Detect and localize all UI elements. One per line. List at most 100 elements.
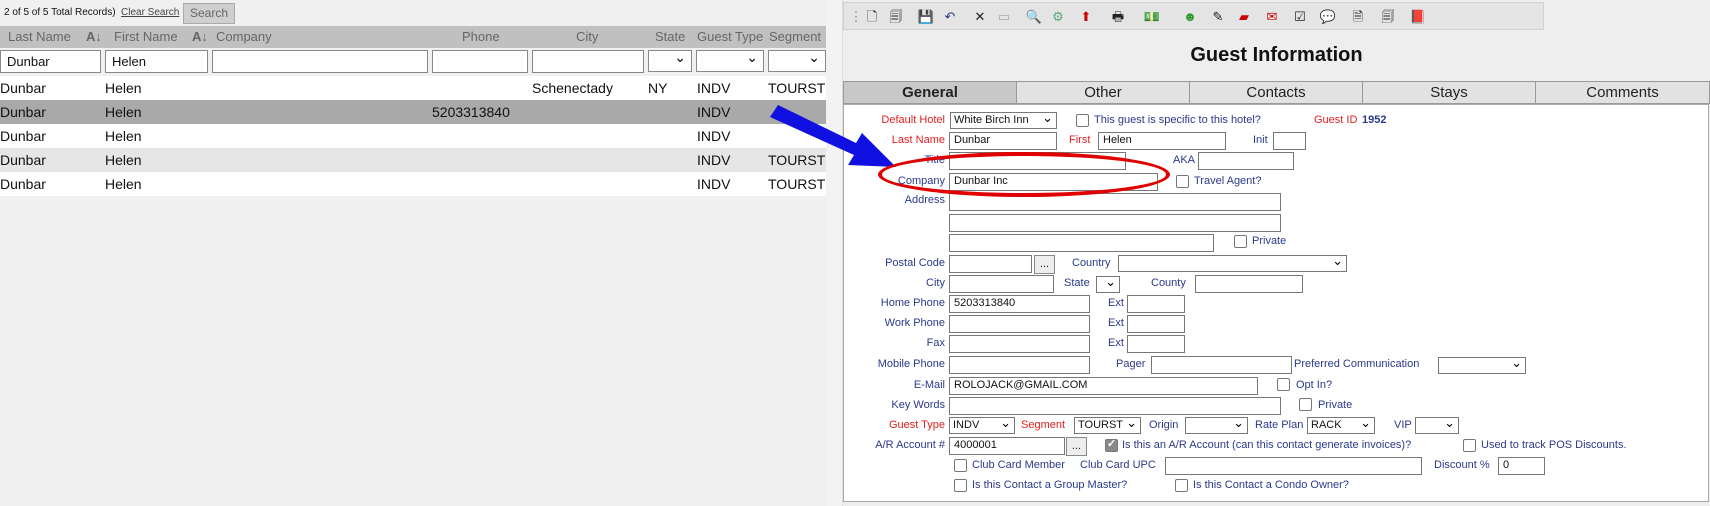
aka-input[interactable]	[1198, 152, 1294, 170]
reports-icon[interactable]: 🗐	[1378, 7, 1398, 27]
list-empty-area	[0, 197, 826, 506]
club-card-member-checkbox[interactable]	[954, 459, 967, 472]
clear-search-link[interactable]: Clear Search	[121, 7, 179, 18]
email-input[interactable]: ROLOJACK@GMAIL.COM	[949, 377, 1258, 395]
guest-search-list: 2 of 5 of 5 Total Records) Clear Search …	[0, 0, 826, 506]
search-button[interactable]: Search	[183, 3, 235, 24]
fax-ext-input[interactable]	[1127, 335, 1185, 353]
print-icon[interactable]: 🖶	[1108, 7, 1128, 27]
filter-segment-select[interactable]	[768, 49, 826, 72]
sort-az-icon[interactable]: A↓	[86, 29, 102, 44]
tab-general[interactable]: General	[843, 81, 1017, 104]
rate-plan-select[interactable]: RACK	[1307, 417, 1375, 434]
filter-first-name[interactable]: Helen	[105, 50, 208, 73]
address-line-3[interactable]	[949, 234, 1214, 252]
is-ar-account-label: Is this an A/R Account (can this contact…	[1122, 439, 1412, 451]
col-last-name[interactable]: Last Name	[8, 29, 71, 44]
default-hotel-select[interactable]: White Birch Inn	[950, 112, 1057, 129]
merge-icon[interactable]: ⚙	[1048, 7, 1068, 27]
travel-agent-checkbox[interactable]	[1176, 175, 1189, 188]
sort-az-icon[interactable]: A↓	[192, 29, 208, 44]
card-icon[interactable]: ▰	[1234, 7, 1254, 27]
new-doc-icon[interactable]: 🗋	[862, 7, 882, 27]
work-ext-input[interactable]	[1127, 315, 1185, 333]
undo-icon[interactable]: ↶	[940, 7, 960, 27]
mobile-phone-label: Mobile Phone	[877, 358, 945, 370]
city-input[interactable]	[949, 275, 1054, 293]
col-first-name[interactable]: First Name	[114, 29, 178, 44]
group-master-checkbox[interactable]	[954, 479, 967, 492]
mobile-phone-input[interactable]	[949, 356, 1090, 374]
filter-company[interactable]	[212, 50, 428, 73]
find-icon[interactable]: 🔍	[1024, 7, 1044, 27]
checklist-icon[interactable]: ☑	[1290, 7, 1310, 27]
save-icon[interactable]: 💾	[916, 7, 936, 27]
col-guest-type[interactable]: Guest Type	[697, 29, 763, 44]
country-select[interactable]	[1118, 255, 1347, 272]
copy-doc-icon[interactable]: 🗐	[886, 7, 906, 27]
segment-select[interactable]: TOURST	[1074, 417, 1141, 434]
first-name-input[interactable]: Helen	[1098, 132, 1226, 150]
last-name-input[interactable]: Dunbar	[949, 132, 1057, 150]
hotel-specific-checkbox[interactable]	[1076, 114, 1089, 127]
tab-comments[interactable]: Comments	[1535, 81, 1710, 104]
tab-contacts[interactable]: Contacts	[1189, 81, 1363, 104]
init-input[interactable]	[1273, 132, 1306, 150]
club-card-upc-input[interactable]	[1165, 457, 1422, 475]
origin-select[interactable]	[1185, 417, 1248, 434]
home-phone-input[interactable]: 5203313840	[949, 295, 1090, 313]
pref-comm-select[interactable]	[1438, 357, 1526, 374]
col-city[interactable]: City	[576, 29, 598, 44]
fax-input[interactable]	[949, 335, 1090, 353]
export-icon[interactable]: ⬆	[1076, 7, 1096, 27]
work-ext-label: Ext	[1108, 317, 1124, 329]
address-line-2[interactable]	[949, 214, 1281, 232]
work-phone-input[interactable]	[949, 315, 1090, 333]
comment-icon[interactable]: 💬	[1318, 7, 1338, 27]
guest-type-select[interactable]: INDV	[949, 417, 1015, 434]
opt-in-checkbox[interactable]	[1277, 378, 1290, 391]
book-icon[interactable]: 📕	[1408, 7, 1428, 27]
table-row[interactable]: Dunbar Helen Schenectady NY INDV TOURST	[0, 76, 826, 100]
home-ext-input[interactable]	[1127, 295, 1185, 313]
col-phone[interactable]: Phone	[462, 29, 500, 44]
filter-city[interactable]	[532, 50, 644, 73]
postal-lookup-button[interactable]: ...	[1034, 255, 1055, 274]
key-words-private-checkbox[interactable]	[1299, 398, 1312, 411]
filter-state-select[interactable]	[648, 49, 692, 72]
col-company[interactable]: Company	[216, 29, 272, 44]
delete-icon[interactable]: ✕	[970, 7, 990, 27]
filter-guest-type-select[interactable]	[696, 49, 764, 72]
tab-other[interactable]: Other	[1016, 81, 1190, 104]
wand-icon[interactable]: ✎	[1208, 7, 1228, 27]
panel-splitter[interactable]	[826, 0, 843, 506]
filter-phone[interactable]	[432, 50, 528, 73]
state-select[interactable]	[1096, 276, 1120, 293]
is-ar-account-checkbox[interactable]	[1105, 437, 1118, 452]
ar-account-input[interactable]: 4000001	[949, 437, 1065, 455]
guest-id-value: 1952	[1362, 114, 1387, 126]
table-row[interactable]: Dunbar Helen INDV TOURST	[0, 148, 826, 172]
tab-stays[interactable]: Stays	[1362, 81, 1536, 104]
county-input[interactable]	[1195, 275, 1303, 293]
table-row[interactable]: Dunbar Helen INDV TOURST	[0, 172, 826, 196]
table-row-selected[interactable]: Dunbar Helen 5203313840 INDV	[0, 100, 826, 124]
pos-discount-checkbox[interactable]	[1463, 439, 1476, 452]
pager-input[interactable]	[1151, 356, 1292, 374]
discount-input[interactable]: 0	[1498, 457, 1545, 475]
filter-last-name[interactable]: Dunbar	[0, 50, 101, 73]
condo-owner-checkbox[interactable]	[1175, 479, 1188, 492]
col-state[interactable]: State	[655, 29, 685, 44]
postal-code-input[interactable]	[949, 255, 1032, 273]
ar-account-lookup-button[interactable]: ...	[1066, 437, 1087, 456]
key-words-input[interactable]	[949, 397, 1281, 415]
table-row[interactable]: Dunbar Helen INDV	[0, 124, 826, 148]
mail-icon[interactable]: ✉	[1262, 7, 1282, 27]
money-icon[interactable]: 💵	[1142, 7, 1162, 27]
report-icon[interactable]: 🗎	[1348, 7, 1368, 27]
travel-agent-label: Travel Agent?	[1194, 175, 1262, 187]
address-private-checkbox[interactable]	[1234, 235, 1247, 248]
smiley-icon[interactable]: ☻	[1180, 7, 1200, 27]
vip-select[interactable]	[1415, 417, 1459, 434]
col-segment[interactable]: Segment	[769, 29, 821, 44]
